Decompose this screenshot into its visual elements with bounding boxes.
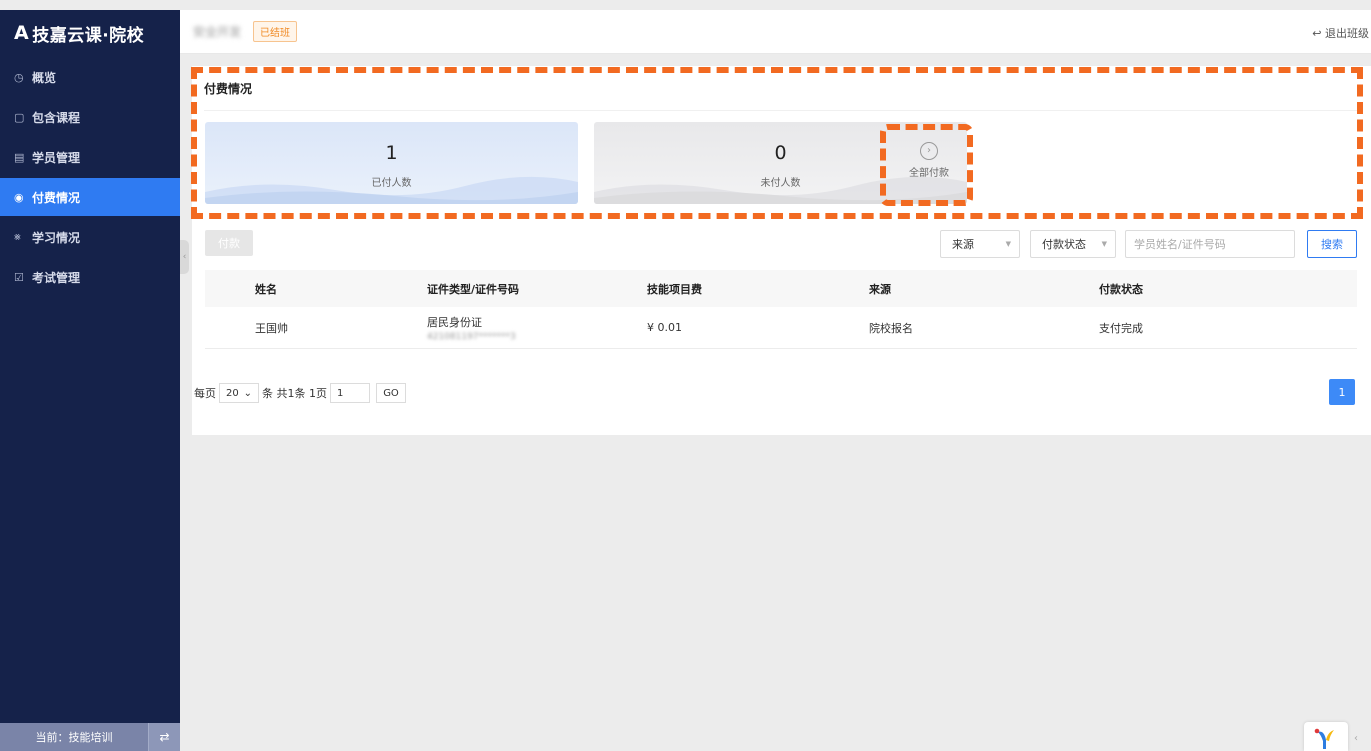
col-id: 证件类型/证件号码 (427, 282, 520, 296)
logo-mark-icon: A (14, 22, 30, 44)
caret-down-icon: ▼ (1101, 240, 1107, 248)
chevron-down-icon: ⌄ (243, 387, 252, 399)
col-fee: 技能项目费 (647, 282, 702, 296)
assistant-widget[interactable] (1304, 722, 1348, 751)
search-input[interactable] (1125, 230, 1295, 258)
per-page-select[interactable]: 20 ⌄ (219, 383, 259, 403)
cell-fee: ¥ 0.01 (647, 321, 682, 334)
payment-status-select[interactable]: 付款状态 ▼ (1030, 230, 1116, 258)
sidebar-item-courses[interactable]: ▢ 包含课程 (0, 98, 180, 136)
switch-icon[interactable]: ⇄ (148, 723, 180, 751)
per-page-value: 20 (226, 387, 239, 399)
sidebar-item-label: 考试管理 (32, 270, 81, 285)
id-number: 421081197*******3 (427, 331, 516, 342)
return-icon: ↩ (1312, 27, 1322, 40)
chevron-left-icon: ‹ (182, 252, 187, 262)
page-number-input[interactable]: 1 (330, 383, 370, 403)
exam-icon: ☑ (14, 270, 24, 284)
study-icon: ⨳ (14, 230, 21, 243)
cell-id: 居民身份证 421081197*******3 (427, 314, 647, 342)
payment-icon: ◉ (14, 190, 24, 204)
cell-status: 支付完成 (1099, 321, 1143, 335)
brand-logo[interactable]: A 技嘉云课·院校 (0, 10, 180, 56)
sidebar-item-label: 付费情况 (32, 190, 81, 205)
chevron-right-circle-icon: › (920, 142, 938, 160)
cell-source: 院校报名 (869, 321, 913, 335)
pagination-summary: 条 共1条 1页 (262, 387, 327, 400)
sidebar-item-label: 概览 (32, 70, 57, 85)
sidebar: A 技嘉云课·院校 ◷ 概览 ▢ 包含课程 ▤ 学员管理 ◉ 付费情况 ⨳ 学习… (0, 10, 180, 751)
sidebar-item-study[interactable]: ⨳ 学习情况 (0, 218, 180, 256)
chevron-left-icon[interactable]: ‹ (1354, 733, 1358, 744)
cell-name: 王国帅 (255, 321, 288, 335)
sidebar-footer: 当前：技能培训 ⇄ (0, 723, 180, 751)
status-badge: 已结班 (253, 21, 298, 42)
list-icon: ▤ (14, 150, 25, 164)
sidebar-item-label: 包含课程 (32, 110, 81, 125)
pay-button[interactable]: 付款 (205, 230, 253, 256)
sidebar-item-overview[interactable]: ◷ 概览 (0, 58, 180, 96)
exit-class-link[interactable]: ↩ 退出班级 (1312, 25, 1369, 41)
paid-stat-card[interactable]: 1 已付人数 (205, 122, 578, 204)
payment-status-select-value: 付款状态 (1042, 238, 1086, 251)
sidebar-item-label: 学习情况 (32, 230, 81, 245)
pay-all-label: 全部付款 (909, 168, 949, 179)
clock-icon: ◷ (14, 70, 24, 84)
divider (204, 110, 1359, 111)
class-name: 安全开发 (193, 25, 242, 39)
table-row[interactable]: 王国帅 居民身份证 421081197*******3 ¥ 0.01 院校报名 … (205, 307, 1357, 349)
source-select[interactable]: 来源 ▼ (940, 230, 1020, 258)
pay-all-button[interactable]: › 全部付款 (888, 128, 970, 198)
per-page-prefix: 每页 (194, 387, 216, 400)
id-type: 居民身份证 (427, 315, 482, 329)
sidebar-item-label: 学员管理 (32, 150, 81, 165)
caret-down-icon: ▼ (1005, 240, 1011, 248)
collapse-sidebar-handle[interactable]: ‹ (180, 240, 189, 274)
payment-table: 姓名 证件类型/证件号码 技能项目费 来源 付款状态 王国帅 居民身份证 421… (205, 270, 1357, 349)
paid-label: 已付人数 (371, 178, 412, 189)
table-header: 姓名 证件类型/证件号码 技能项目费 来源 付款状态 (205, 270, 1357, 307)
book-icon: ▢ (14, 110, 25, 124)
paid-count: 1 (385, 142, 398, 164)
payment-panel: 付费情况 1 已付人数 0 未付人数 › 全部付款 付款 来源 ▼ 付款状态 ▼… (192, 66, 1371, 435)
assistant-logo-icon (1314, 728, 1334, 749)
search-button[interactable]: 搜索 (1307, 230, 1357, 258)
sidebar-item-payment[interactable]: ◉ 付费情况 (0, 178, 180, 216)
brand-name: 技嘉云课·院校 (32, 25, 145, 46)
sidebar-item-students[interactable]: ▤ 学员管理 (0, 138, 180, 176)
current-program: 当前：技能培训 (0, 723, 148, 751)
page-1-button[interactable]: 1 (1329, 379, 1355, 405)
go-button[interactable]: GO (376, 383, 406, 403)
sidebar-item-exam[interactable]: ☑ 考试管理 (0, 258, 180, 296)
source-select-value: 来源 (952, 238, 974, 251)
header: 安全开发 已结班 ↩ 退出班级 (180, 10, 1371, 54)
col-source: 来源 (869, 282, 891, 296)
col-name: 姓名 (255, 282, 277, 296)
page-title: 付费情况 (204, 82, 253, 96)
exit-class-label: 退出班级 (1325, 27, 1369, 40)
col-status: 付款状态 (1099, 282, 1143, 296)
pagination: 每页 20 ⌄ 条 共1条 1页 1 GO (194, 383, 409, 403)
